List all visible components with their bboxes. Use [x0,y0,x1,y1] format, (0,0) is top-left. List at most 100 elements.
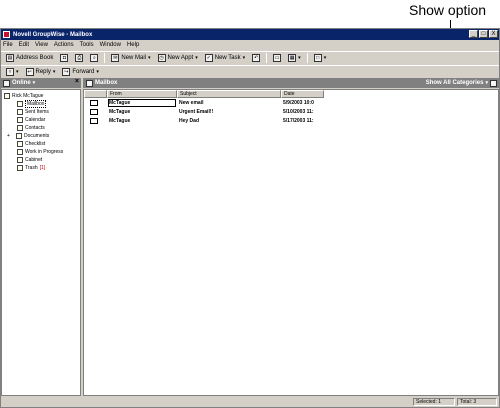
message-toolbar: ▿ ▾ ↩ Reply ▾ ↪ Forward ▾ [1,65,499,77]
groupwise-app-icon [3,31,10,38]
mailbox-header-icon: ✉ [86,79,93,87]
menu-file[interactable]: File [3,42,13,48]
new-task-label: New Task [214,55,241,61]
window-dropdown-icon[interactable]: ▾ [324,55,327,61]
close-folder-pane-icon[interactable]: × [75,78,79,85]
folder-work-in-progress[interactable]: Work in Progress [2,148,80,156]
online-dropdown-icon[interactable]: ▾ [33,80,36,86]
reply-dropdown-icon[interactable]: ▾ [53,69,56,75]
mailbox-header: ✉ Mailbox Show All Categories ▾ ⚙ [83,78,499,88]
folder-documents[interactable]: + Documents [2,132,80,140]
column-header-icon[interactable] [84,90,107,98]
folder-mailbox[interactable]: Mailbox [2,100,80,108]
forward-label: Forward [72,68,95,75]
close-button[interactable]: X [489,30,498,38]
show-option[interactable]: Show All Categories ▾ ⚙ [426,78,497,88]
groupwise-window: Novell GroupWise - Mailbox _ □ X File Ed… [0,28,500,408]
reply-button[interactable]: ↩ Reply ▾ [24,67,58,77]
reply-icon: ↩ [25,67,34,76]
delete-button[interactable]: ▿ ▾ [4,67,21,77]
envelope-icon [90,109,98,115]
address-book-icon: ▤ [6,54,14,62]
menu-view[interactable]: View [35,42,48,48]
message-row[interactable]: McTague New email 5/9/2003 10:0 [84,99,498,107]
envelope-icon [90,118,98,124]
address-book-label: Address Book [16,55,54,61]
column-header-date[interactable]: Date [281,90,324,98]
status-selected: Selected: 1 [413,398,455,406]
folder-calendar[interactable]: Calendar [2,116,80,124]
window-icon: □ [313,54,322,62]
status-total: Total: 3 [457,398,497,406]
properties-icon[interactable]: ⚙ [490,79,497,87]
trash-icon [17,165,23,171]
folder-label: Contacts [25,125,45,131]
layout-button[interactable]: ▭ [271,53,283,63]
menu-help[interactable]: Help [127,42,139,48]
message-date: 5/17/2003 11: [283,118,314,124]
message-row[interactable]: McTague Hey Dad 5/17/2003 11: [84,117,498,125]
show-option-dropdown-icon[interactable]: ▾ [485,80,488,86]
window-controls: _ □ X [469,30,498,38]
message-from: McTague [109,109,131,115]
new-appt-button[interactable]: ◷ New Appt ▾ [156,53,200,63]
online-icon: ● [3,79,10,87]
folder-cabinet[interactable]: Cabinet [2,156,80,164]
folder-label: Trash [25,165,38,171]
documents-icon [16,133,22,139]
folder-list: Rick McTague Mailbox Sent Items Calendar… [1,89,81,396]
folder-trash[interactable]: Trash [1] [2,164,80,172]
toolbar-separator [306,53,308,63]
online-mode-header[interactable]: ● Online ▾ × [1,78,81,88]
folder-sent-items[interactable]: Sent Items [2,108,80,116]
window-button[interactable]: □ ▾ [312,53,329,63]
trash-icon: ▿ [6,67,14,76]
forward-dropdown-icon[interactable]: ▾ [96,69,99,75]
column-header-subject[interactable]: Subject [177,90,281,98]
folder-label: Documents [24,133,50,139]
menu-actions[interactable]: Actions [54,42,74,48]
user-icon [4,93,10,99]
find-icon: ◘ [60,54,69,62]
view-button[interactable]: ▦ ▾ [286,53,303,63]
print-button[interactable]: ⎙ [73,53,85,63]
message-subject: Hey Dad [179,118,200,124]
folder-contacts[interactable]: Contacts [2,124,80,132]
folder-checklist[interactable]: Checklist [2,140,80,148]
new-mail-dropdown-icon[interactable]: ▾ [148,55,151,61]
menu-edit[interactable]: Edit [19,42,29,48]
main-toolbar: ▤ Address Book ◘ ⎙ ⌕ ✉ New Mail ▾ ◷ New … [1,51,499,64]
toolbar-separator [266,53,268,63]
undo-button[interactable]: ↶ [250,53,262,63]
minimize-button[interactable]: _ [469,30,478,38]
column-header-from[interactable]: From [107,90,177,98]
folder-label: Work in Progress [25,149,64,155]
message-row[interactable]: McTague Urgent Email!! 5/10/2003 11: [84,108,498,116]
message-subject: Urgent Email!! [179,109,214,115]
address-book-button[interactable]: ▤ Address Book [4,53,55,63]
tree-root-user[interactable]: Rick McTague [2,92,80,100]
view-dropdown-icon[interactable]: ▾ [298,55,301,61]
expand-icon[interactable]: + [7,133,14,139]
status-bar: Selected: 1 Total: 3 [1,397,499,407]
menu-window[interactable]: Window [100,42,121,48]
maximize-button[interactable]: □ [479,30,488,38]
folder-label: Calendar [25,117,46,123]
new-appt-dropdown-icon[interactable]: ▾ [195,55,198,61]
folder-label: Sent Items [25,109,49,115]
menu-tools[interactable]: Tools [80,42,94,48]
search-button[interactable]: ⌕ [88,53,100,63]
delete-dropdown-icon[interactable]: ▾ [16,69,19,75]
tree-root-label: Rick McTague [12,93,44,99]
message-date: 5/10/2003 11: [283,109,314,115]
new-mail-button[interactable]: ✉ New Mail ▾ [109,53,152,63]
new-task-dropdown-icon[interactable]: ▾ [243,55,246,61]
show-option-label: Show All Categories [425,80,484,86]
title-bar: Novell GroupWise - Mailbox _ □ X [1,29,499,40]
forward-button[interactable]: ↪ Forward ▾ [60,67,101,77]
new-appt-label: New Appt [167,55,194,61]
new-task-button[interactable]: ✓ New Task ▾ [203,53,247,63]
find-button[interactable]: ◘ [58,53,70,63]
menu-bar: File Edit View Actions Tools Window Help [1,40,499,50]
trash-count-badge: [1] [39,165,46,171]
